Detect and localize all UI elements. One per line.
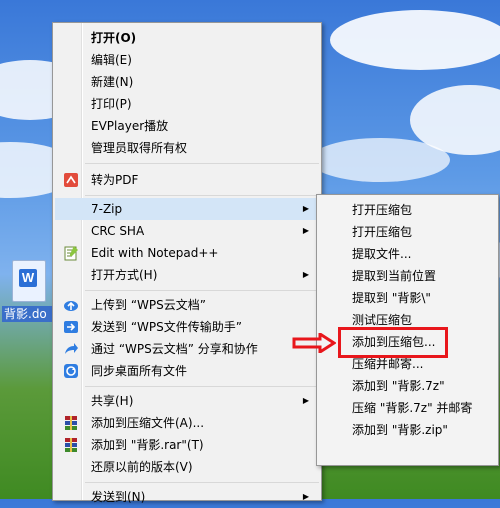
context-menu: 打开(O) 编辑(E) 新建(N) 打印(P) EVPlayer播放 管理员取得… [52, 22, 322, 504]
word-document-icon: W [12, 260, 46, 302]
pdf-convert-icon [64, 173, 78, 187]
submenu-arrow-icon: ▶ [302, 492, 309, 501]
submenu-arrow-icon: ▶ [302, 270, 309, 279]
submenu-item-extract-files[interactable]: 提取文件... [319, 243, 496, 265]
menu-separator [85, 290, 319, 291]
menu-item-notepad-plus-plus[interactable]: Edit with Notepad++ [55, 242, 319, 264]
menu-item-upload-wps-cloud[interactable]: 上传到 “WPS云文档” [55, 294, 319, 316]
menu-item-share-wps-cloud[interactable]: 通过 “WPS云文档” 分享和协作 [55, 338, 319, 360]
submenu-arrow-icon: ▶ [302, 204, 309, 213]
menu-item-evplayer[interactable]: EVPlayer播放 [55, 115, 319, 137]
share-icon [65, 343, 78, 354]
submenu-item-add-to-zip[interactable]: 添加到 "背影.zip" [319, 419, 496, 441]
menu-item-add-to-rar[interactable]: 添加到 "背影.rar"(T) [55, 434, 319, 456]
submenu-item-open-archive[interactable]: 打开压缩包 [319, 199, 496, 221]
menu-item-sync-desktop[interactable]: 同步桌面所有文件 [55, 360, 319, 382]
menu-item-send-wps-transfer[interactable]: 发送到 “WPS文件传输助手” [55, 316, 319, 338]
menu-separator [85, 386, 319, 387]
sync-icon [64, 364, 78, 378]
menu-separator [85, 163, 319, 164]
submenu-item-extract-here[interactable]: 提取到当前位置 [319, 265, 496, 287]
menu-separator [85, 482, 319, 483]
submenu-arrow-icon: ▶ [302, 226, 309, 235]
menu-item-take-ownership[interactable]: 管理员取得所有权 [55, 137, 319, 159]
menu-item-crc-sha[interactable]: CRC SHA ▶ [55, 220, 319, 242]
menu-item-convert-pdf[interactable]: 转为PDF [55, 169, 319, 191]
menu-item-open-with[interactable]: 打开方式(H) ▶ [55, 264, 319, 286]
annotation-highlight-box [338, 327, 448, 358]
send-arrow-icon [64, 321, 78, 333]
menu-item-print[interactable]: 打印(P) [55, 93, 319, 115]
menu-item-restore-versions[interactable]: 还原以前的版本(V) [55, 456, 319, 478]
cloud-upload-icon [64, 301, 78, 311]
submenu-item-add-to-7z[interactable]: 添加到 "背影.7z" [319, 375, 496, 397]
winrar-icon [65, 438, 77, 452]
notepad-plus-plus-icon [64, 246, 78, 261]
menu-separator [85, 195, 319, 196]
submenu-item-compress-7z-email[interactable]: 压缩 "背影.7z" 并邮寄 [319, 397, 496, 419]
menu-item-edit[interactable]: 编辑(E) [55, 49, 319, 71]
menu-item-open[interactable]: 打开(O) [55, 27, 319, 49]
winrar-icon [65, 416, 77, 430]
menu-item-send-to[interactable]: 发送到(N) ▶ [55, 486, 319, 508]
menu-item-share[interactable]: 共享(H) ▶ [55, 390, 319, 412]
annotation-arrow-icon [292, 333, 336, 353]
submenu-item-extract-to-folder[interactable]: 提取到 "背影\" [319, 287, 496, 309]
menu-item-7zip[interactable]: 7-Zip ▶ [55, 198, 319, 220]
menu-item-add-to-archive[interactable]: 添加到压缩文件(A)... [55, 412, 319, 434]
submenu-item-open-archive-2[interactable]: 打开压缩包 [319, 221, 496, 243]
submenu-arrow-icon: ▶ [302, 396, 309, 405]
menu-item-new[interactable]: 新建(N) [55, 71, 319, 93]
